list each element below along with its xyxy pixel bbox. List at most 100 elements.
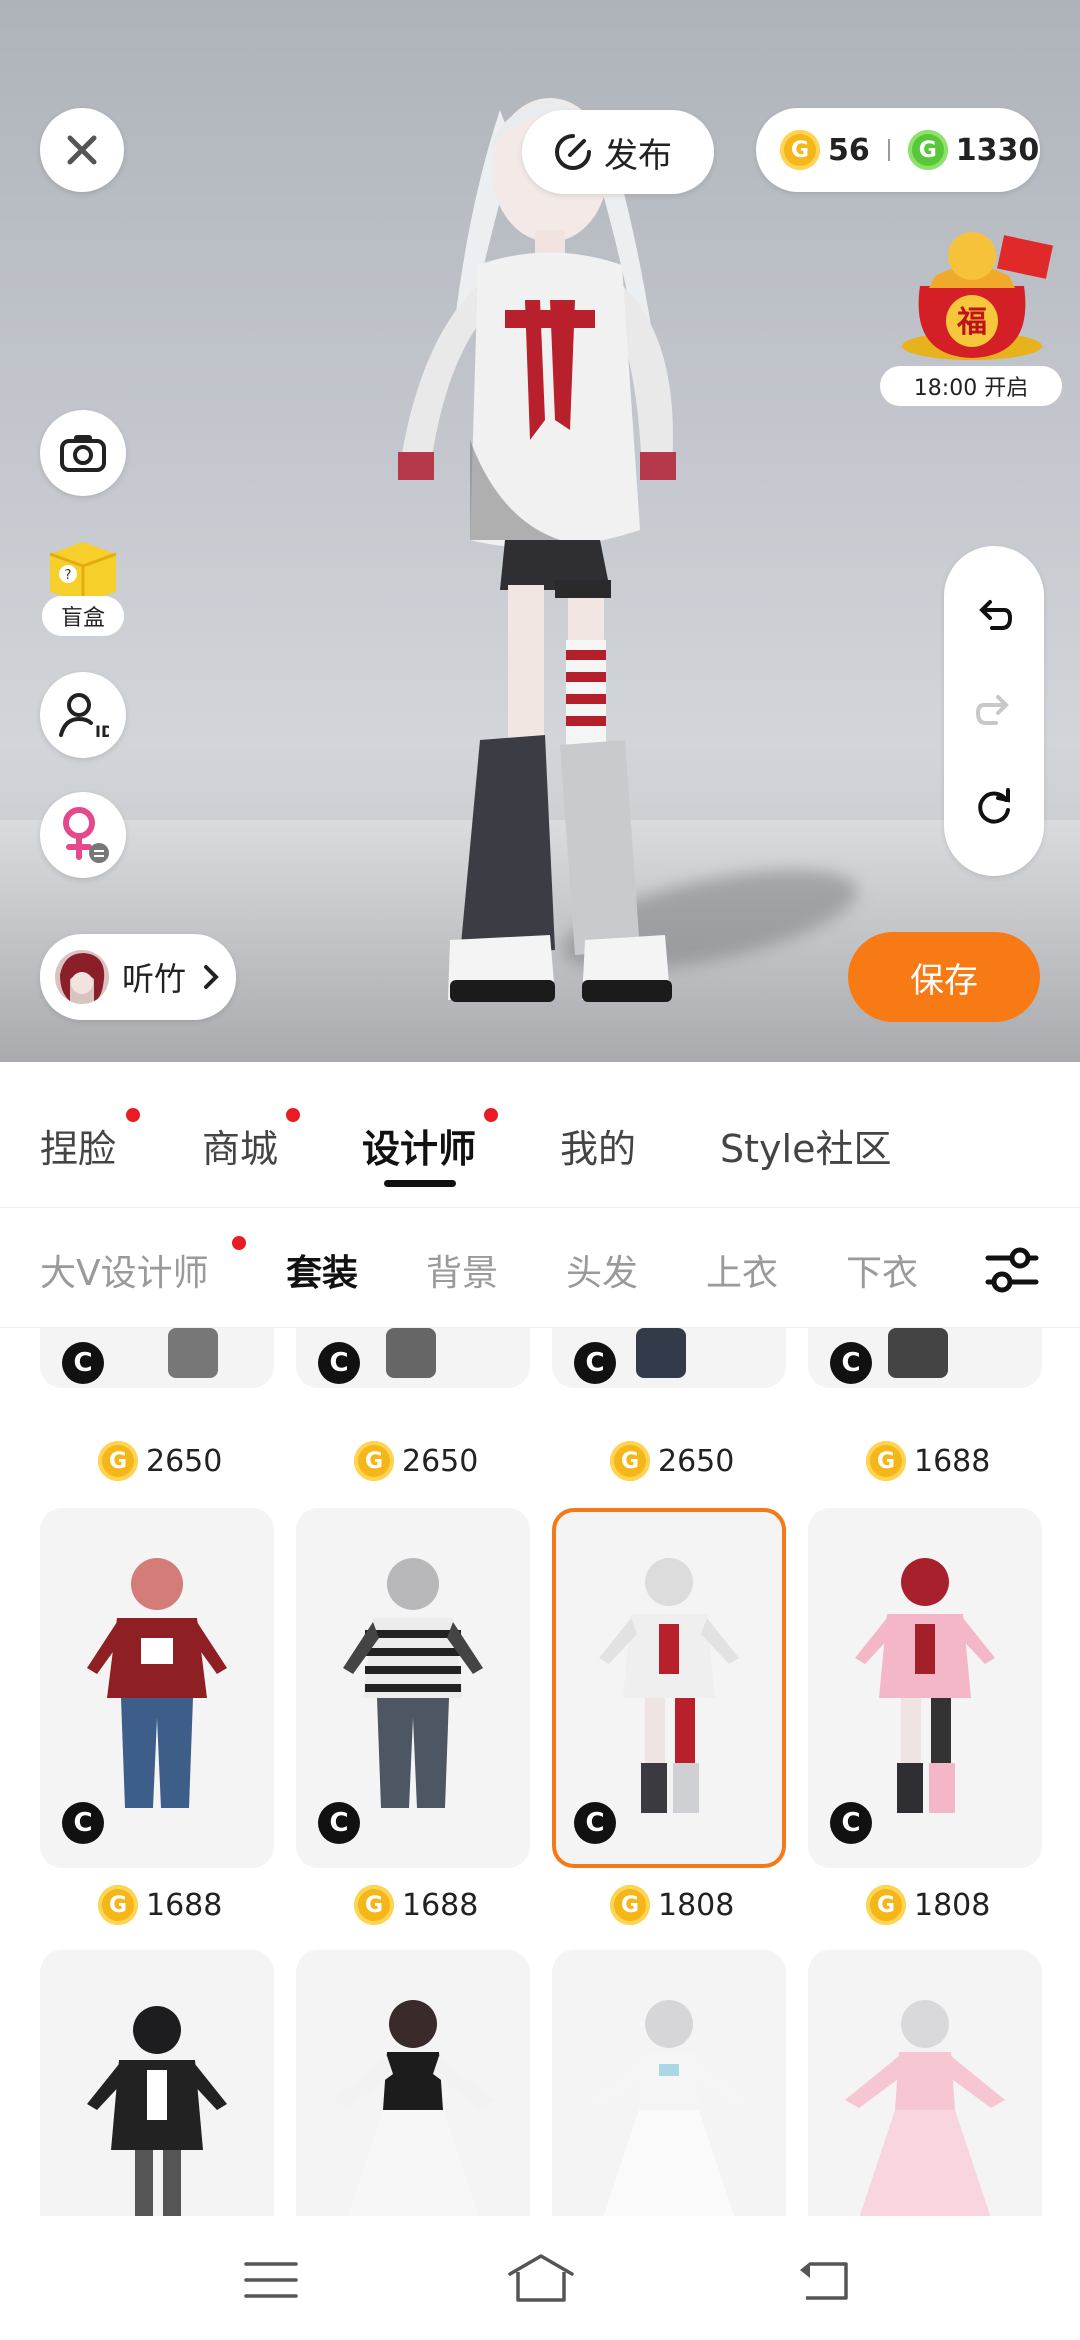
outfit-card[interactable]: C [552,1328,786,1388]
outfit-card[interactable]: C [808,1508,1042,1868]
publish-icon [555,134,591,170]
outfit-price: G 1808 [866,1880,990,1930]
camera-button[interactable] [40,410,126,496]
outfit-card[interactable]: C [808,1328,1042,1388]
outfit-card[interactable] [296,1950,530,2216]
svg-text:?: ? [65,568,72,583]
outfit-price: G 1688 [866,1436,990,1486]
outfit-card-selected[interactable]: C [552,1508,786,1868]
creator-badge: C [62,1342,104,1384]
lucky-bag-glyph: 福 [956,305,987,340]
creator-badge: C [830,1342,872,1384]
outfit-preview [845,2000,1005,2216]
gender-switch-button[interactable] [40,792,126,878]
subtab-hair[interactable]: 头发 [566,1244,638,1296]
profile-id-button[interactable]: ID [40,672,126,758]
price-value: 2650 [658,1443,735,1479]
outfit-preview [87,2006,227,2216]
outfit-card[interactable] [808,1950,1042,2216]
outfit-preview [599,1558,739,1813]
outfit-price: G 2650 [354,1436,478,1486]
tab-face-dot [126,1108,140,1122]
menu-icon[interactable] [244,2260,298,2300]
gold-coin-icon: G [98,1441,138,1481]
close-button[interactable] [40,108,124,192]
price-value: 1808 [914,1887,991,1923]
gold-coin-icon: G [98,1885,138,1925]
outfit-preview [888,1328,948,1378]
outfit-card[interactable] [40,1950,274,2216]
green-coin-count: 1330 [955,132,1040,168]
gold-coin-icon: G [354,1885,394,1925]
creator-badge: C [318,1342,360,1384]
user-id-icon: ID [59,693,109,741]
creator-badge: C [830,1802,872,1844]
outfit-card[interactable] [552,1950,786,2216]
outfit-preview [343,1558,483,1808]
redo-icon[interactable] [974,691,1014,731]
event-time-label: 18:00 开启 [880,366,1062,406]
gold-coin-count: 56 [828,132,870,168]
gold-coin-icon: G [354,1441,394,1481]
outfit-card[interactable]: C [296,1328,530,1388]
creator-badge: C [574,1802,616,1844]
subtab-top[interactable]: 上衣 [706,1244,778,1296]
price-value: 1808 [658,1887,735,1923]
outfit-price: G 1688 [98,1880,222,1930]
user-name: 听竹 [122,960,187,998]
home-icon[interactable] [506,2252,576,2304]
tab-designer-dot [484,1108,498,1122]
back-icon[interactable] [796,2258,852,2302]
reset-icon[interactable] [974,786,1014,826]
blind-box-button[interactable]: ? 盲盒 [40,534,126,638]
creator-badge: C [574,1342,616,1384]
gold-coin-icon: G [780,130,820,170]
publish-button[interactable]: 发布 [522,110,714,194]
outfit-card[interactable]: C [296,1508,530,1868]
gold-coin-icon: G [866,1441,906,1481]
user-chip[interactable]: 听竹 [40,934,236,1020]
history-controls [944,546,1044,876]
subtab-background[interactable]: 背景 [426,1244,498,1296]
camera-icon [60,435,106,472]
svg-text:ID: ID [95,722,109,741]
tab-style-community[interactable]: Style社区 [720,1118,891,1173]
price-value: 1688 [402,1887,479,1923]
filter-icon[interactable] [984,1244,1040,1296]
outfit-price: G 1688 [354,1880,478,1930]
subtab-big-v-designer[interactable]: 大V设计师 [40,1244,209,1296]
creator-badge: C [318,1802,360,1844]
undo-icon[interactable] [974,596,1014,636]
lucky-bag-icon: 福 [902,232,1053,360]
price-value: 1688 [914,1443,991,1479]
tab-shop-dot [286,1108,300,1122]
outfit-preview [855,1558,995,1813]
outfit-preview [87,1558,227,1808]
user-avatar [55,950,109,1004]
tab-designer[interactable]: 设计师 [362,1118,476,1173]
price-value: 2650 [146,1443,223,1479]
gold-coin-icon: G [610,1441,650,1481]
currency-divider [887,139,890,161]
gold-coin-icon: G [610,1885,650,1925]
outfit-preview [636,1328,686,1378]
outfit-card[interactable]: C [40,1328,274,1388]
avatar-stage[interactable]: 发布 G 56 G 1330 福 18:00 开启 ? 盲盒 ID 听竹 保存 [0,0,1080,1062]
save-button[interactable]: 保存 [848,932,1040,1022]
outfit-price: G 2650 [98,1436,222,1486]
tab-mine[interactable]: 我的 [560,1118,636,1173]
tab-face[interactable]: 捏脸 [40,1118,116,1173]
main-tab-bar: 捏脸 商城 设计师 我的 Style社区 [0,1062,1080,1208]
price-value: 2650 [402,1443,479,1479]
outfit-card[interactable]: C [40,1508,274,1868]
subtab-bottom[interactable]: 下衣 [846,1244,918,1296]
sub-tab-bar: 大V设计师 套装 背景 头发 上衣 下衣 [0,1208,1080,1328]
outfit-preview [333,2000,493,2216]
subtab-outfit[interactable]: 套装 [286,1244,358,1296]
chevron-right-icon [204,965,219,989]
tab-shop[interactable]: 商城 [202,1118,278,1173]
green-coin-icon: G [907,130,948,170]
female-switch-icon [63,807,109,863]
event-lucky-bag[interactable]: 福 18:00 开启 [880,226,1064,406]
currency-display[interactable]: G 56 G 1330 [756,108,1040,192]
